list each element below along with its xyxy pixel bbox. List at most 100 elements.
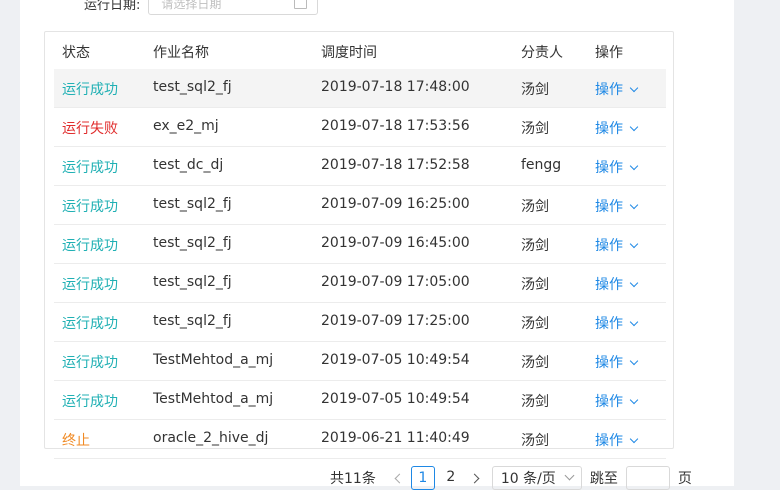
schedule-time: 2019-07-18 17:52:58 bbox=[321, 157, 470, 173]
status-text: 运行成功 bbox=[62, 199, 118, 215]
chevron-down-icon bbox=[629, 434, 639, 444]
chevron-left-icon[interactable] bbox=[394, 473, 405, 483]
job-name: oracle_2_hive_dj bbox=[153, 430, 269, 446]
operation-dropdown[interactable]: 操作 bbox=[595, 352, 639, 372]
calendar-icon bbox=[294, 0, 308, 9]
status-text: 运行失败 bbox=[62, 121, 118, 137]
chevron-down-icon bbox=[629, 317, 639, 327]
operation-dropdown[interactable]: 操作 bbox=[595, 235, 639, 255]
chevron-down-icon bbox=[629, 200, 639, 210]
schedule-time: 2019-07-09 16:25:00 bbox=[321, 196, 470, 212]
schedule-time: 2019-07-05 10:49:54 bbox=[321, 391, 470, 407]
status-text: 运行成功 bbox=[62, 355, 118, 371]
run-date-picker[interactable]: 请选择日期 bbox=[148, 0, 319, 15]
job-name: TestMehtod_a_mj bbox=[153, 352, 274, 368]
jump-page-input[interactable] bbox=[625, 466, 670, 490]
operation-label: 操作 bbox=[595, 238, 623, 254]
job-name: test_sql2_fj bbox=[153, 235, 232, 251]
table-body: 运行成功 test_sql2_fj 2019-07-18 17:48:00 汤剑 操作运… bbox=[54, 69, 666, 459]
run-date-filter: 运行日期: 请选择日期 bbox=[84, 0, 319, 16]
status-text: 运行成功 bbox=[62, 277, 118, 293]
job-name: test_sql2_fj bbox=[153, 313, 232, 329]
header-job-name: 作业名称 bbox=[153, 45, 209, 61]
table-row: 运行成功 TestMehtod_a_mj 2019-07-05 10:49:54 汤剑… bbox=[54, 342, 666, 381]
owner: 汤剑 bbox=[521, 316, 549, 332]
page-size-select[interactable]: 10 条/页 bbox=[491, 466, 582, 490]
chevron-down-icon bbox=[629, 161, 639, 171]
owner: 汤剑 bbox=[521, 277, 549, 293]
operation-label: 操作 bbox=[595, 121, 623, 137]
job-name: test_sql2_fj bbox=[153, 196, 232, 212]
page-suffix-label: 页 bbox=[677, 471, 692, 487]
job-name: test_dc_dj bbox=[153, 157, 224, 173]
operation-dropdown[interactable]: 操作 bbox=[595, 118, 639, 138]
chevron-down-icon bbox=[629, 278, 639, 288]
status-text: 运行成功 bbox=[62, 238, 118, 254]
owner: fengg bbox=[521, 157, 562, 173]
table-row: 运行成功 test_sql2_fj 2019-07-09 17:05:00 汤剑 操作 bbox=[54, 264, 666, 303]
operation-label: 操作 bbox=[595, 199, 623, 215]
operation-label: 操作 bbox=[595, 355, 623, 371]
owner: 汤剑 bbox=[521, 82, 549, 98]
operation-dropdown[interactable]: 操作 bbox=[595, 391, 639, 411]
status-text: 运行成功 bbox=[62, 316, 118, 332]
operation-dropdown[interactable]: 操作 bbox=[595, 196, 639, 216]
page-2-button[interactable]: 2 bbox=[439, 466, 463, 490]
chevron-down-icon bbox=[629, 356, 639, 366]
operation-dropdown[interactable]: 操作 bbox=[595, 274, 639, 294]
status-text: 终止 bbox=[62, 433, 90, 449]
chevron-down-icon bbox=[629, 83, 639, 93]
jump-label: 跳至 bbox=[589, 471, 618, 487]
table-row: 运行失败 ex_e2_mj 2019-07-18 17:53:56 汤剑 操作 bbox=[54, 108, 666, 147]
owner: 汤剑 bbox=[521, 238, 549, 254]
owner: 汤剑 bbox=[521, 355, 549, 371]
job-name: ex_e2_mj bbox=[153, 118, 219, 134]
table-header: 状态 作业名称 调度时间 分责人 操作 bbox=[45, 32, 673, 68]
operation-label: 操作 bbox=[595, 394, 623, 410]
operation-label: 操作 bbox=[595, 433, 623, 449]
table-row: 运行成功 test_sql2_fj 2019-07-09 17:25:00 汤剑 操作 bbox=[54, 303, 666, 342]
job-name: test_sql2_fj bbox=[153, 274, 232, 290]
owner: 汤剑 bbox=[521, 433, 549, 449]
schedule-time: 2019-07-18 17:53:56 bbox=[321, 118, 470, 134]
schedule-time: 2019-06-21 11:40:49 bbox=[321, 430, 470, 446]
schedule-time: 2019-07-09 17:05:00 bbox=[321, 274, 470, 290]
operation-dropdown[interactable]: 操作 bbox=[595, 313, 639, 333]
chevron-down-icon bbox=[564, 470, 575, 480]
table-row: 运行成功 test_sql2_fj 2019-07-09 16:45:00 汤剑 操作 bbox=[54, 225, 666, 264]
operation-dropdown[interactable]: 操作 bbox=[595, 79, 639, 99]
pagination-total: 共11条 bbox=[330, 471, 376, 487]
run-date-placeholder: 请选择日期 bbox=[161, 0, 222, 11]
header-status: 状态 bbox=[62, 45, 90, 61]
operation-dropdown[interactable]: 操作 bbox=[595, 430, 639, 450]
schedule-time: 2019-07-09 17:25:00 bbox=[321, 313, 470, 329]
operation-label: 操作 bbox=[595, 277, 623, 293]
job-name: test_sql2_fj bbox=[153, 79, 232, 95]
owner: 汤剑 bbox=[521, 199, 549, 215]
chevron-right-icon[interactable] bbox=[469, 473, 480, 483]
owner: 汤剑 bbox=[521, 394, 549, 410]
operation-dropdown[interactable]: 操作 bbox=[595, 157, 639, 177]
job-name: TestMehtod_a_mj bbox=[153, 391, 274, 407]
table-row: 运行成功 TestMehtod_a_mj 2019-07-05 10:49:54 汤剑… bbox=[54, 381, 666, 420]
schedule-time: 2019-07-09 16:45:00 bbox=[321, 235, 470, 251]
table-row: 终止 oracle_2_hive_dj 2019-06-21 11:40:49 汤剑 操… bbox=[54, 420, 666, 459]
page-1-button[interactable]: 1 bbox=[410, 466, 435, 490]
run-date-label: 运行日期: bbox=[84, 0, 141, 13]
chevron-down-icon bbox=[629, 239, 639, 249]
status-text: 运行成功 bbox=[62, 160, 118, 176]
table-row: 运行成功 test_dc_dj 2019-07-18 17:52:58 fengg 操作 bbox=[54, 147, 666, 186]
operation-label: 操作 bbox=[595, 316, 623, 332]
header-operation: 操作 bbox=[595, 45, 623, 61]
pagination: 共11条 1 2 10 条/页 跳至 页 bbox=[330, 466, 692, 490]
operation-label: 操作 bbox=[595, 82, 623, 98]
schedule-time: 2019-07-05 10:49:54 bbox=[321, 352, 470, 368]
header-schedule-time: 调度时间 bbox=[321, 45, 377, 61]
chevron-down-icon bbox=[629, 395, 639, 405]
job-table: 状态 作业名称 调度时间 分责人 操作 运行成功 test_sql2_fj 2019… bbox=[44, 31, 674, 459]
table-row: 运行成功 test_sql2_fj 2019-07-18 17:48:00 汤剑 操作 bbox=[54, 69, 666, 108]
operation-label: 操作 bbox=[595, 160, 623, 176]
status-text: 运行成功 bbox=[62, 394, 118, 410]
owner: 汤剑 bbox=[521, 121, 549, 137]
header-owner: 分责人 bbox=[521, 45, 563, 61]
